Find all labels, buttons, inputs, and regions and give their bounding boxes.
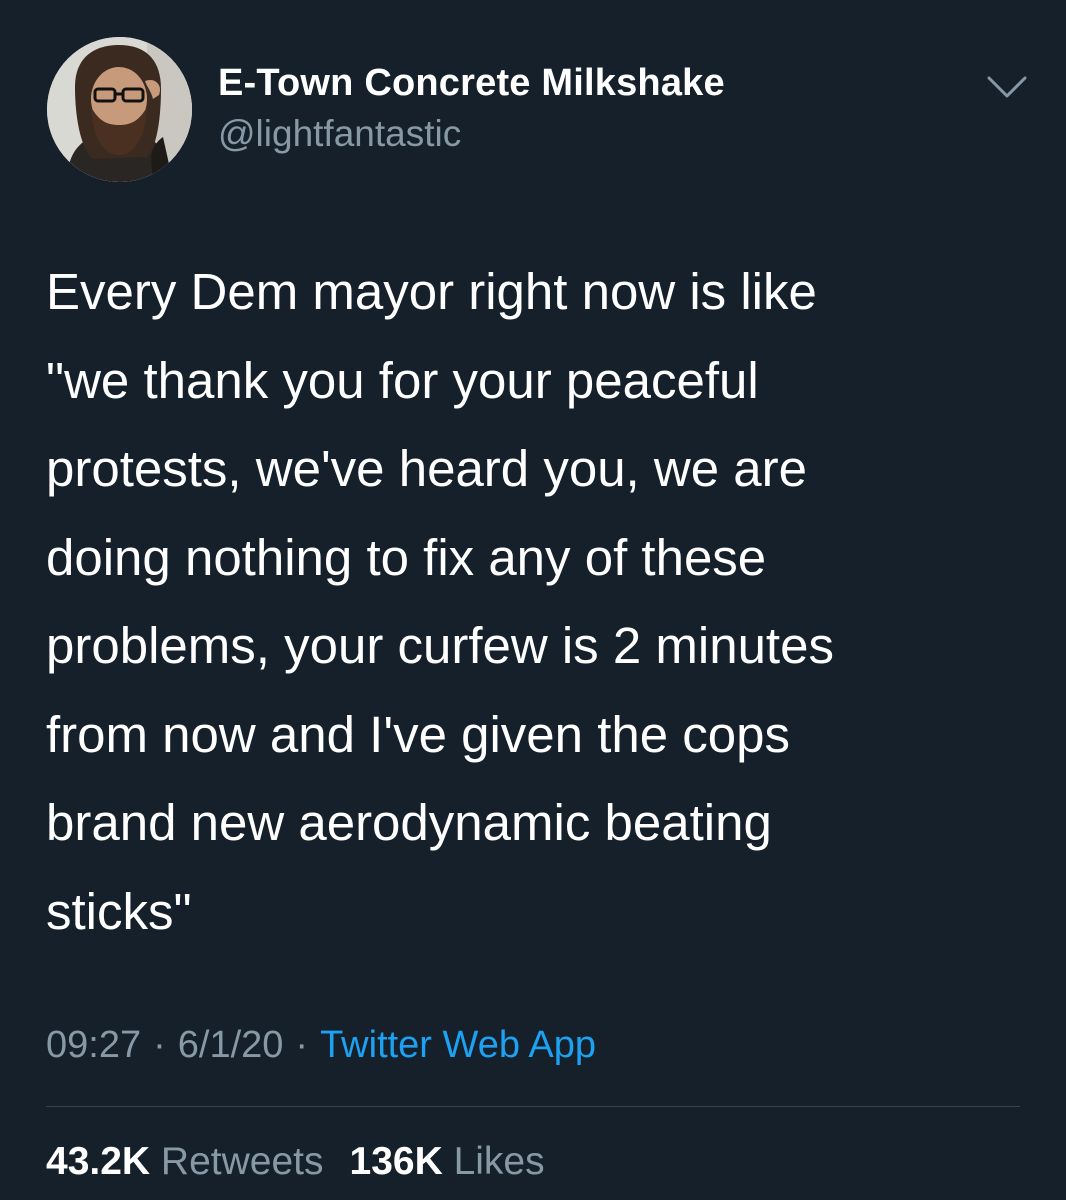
meta-separator: · [295,1024,309,1066]
likes-count: 136K [349,1140,443,1183]
tweet-card: E-Town Concrete Milkshake @lightfantasti… [0,0,1066,1200]
avatar[interactable] [47,37,192,182]
likes-stat[interactable]: 136K Likes [350,1140,545,1183]
tweet-source-link[interactable]: Twitter Web App [320,1024,596,1066]
author-handle[interactable]: @lightfantastic [218,113,461,155]
divider [46,1106,1020,1107]
author-display-name[interactable]: E-Town Concrete Milkshake [218,62,725,105]
retweets-label: Retweets [160,1140,324,1183]
tweet-metadata: 09:27 · 6/1/20 · Twitter Web App [46,1024,596,1067]
retweets-count: 43.2K [46,1140,151,1183]
meta-separator: · [153,1024,166,1066]
tweet-stats: 43.2K Retweets 136K Likes [46,1140,545,1184]
likes-label: Likes [453,1140,545,1183]
chevron-down-icon[interactable] [985,72,1029,102]
tweet-time[interactable]: 09:27 [46,1024,141,1066]
tweet-text: Every Dem mayor right now is like "we th… [46,263,834,940]
avatar-image [47,37,192,182]
tweet-date[interactable]: 6/1/20 [178,1024,284,1066]
retweets-stat[interactable]: 43.2K Retweets [46,1140,324,1183]
